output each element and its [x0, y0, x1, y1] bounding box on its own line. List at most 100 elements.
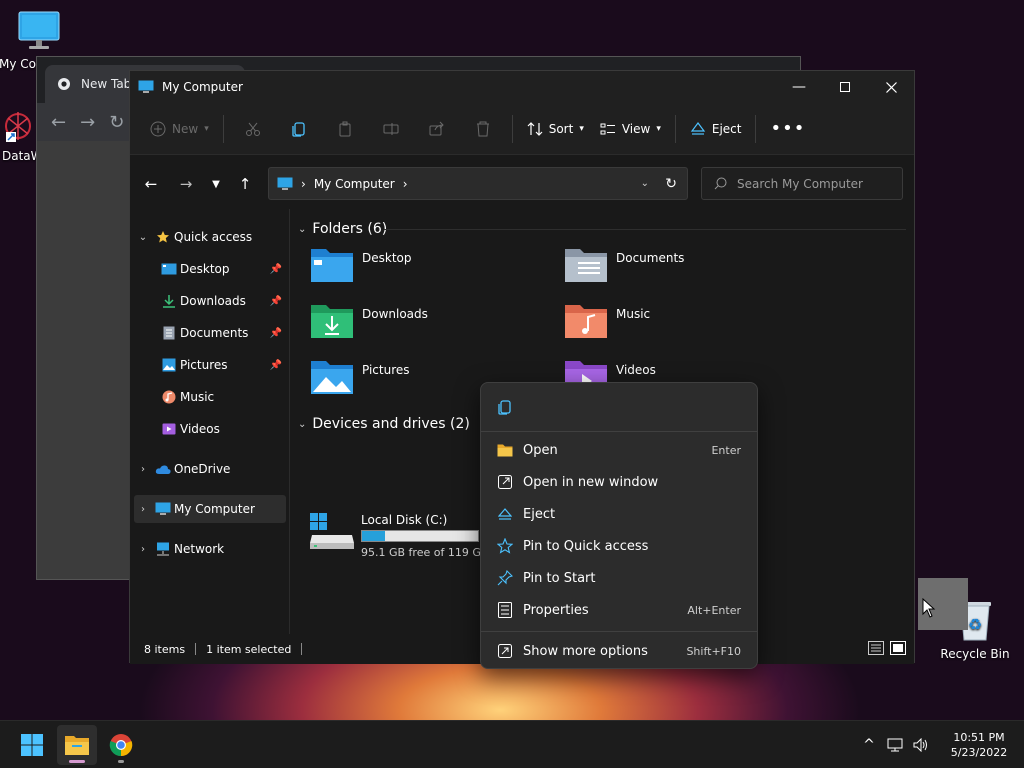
folder-documents[interactable]: Documents [564, 245, 804, 295]
details-view-icon[interactable] [868, 641, 884, 655]
reload-icon[interactable]: ↻ [109, 112, 124, 133]
nav-downloads[interactable]: Downloads 📌 [158, 287, 286, 315]
title-bar: My Computer — [130, 71, 914, 103]
drive-local-disk-c[interactable]: Local Disk (C:) 95.1 GB free of 119 GB [310, 511, 490, 561]
folders-group-header[interactable]: ⌄ Folders (6) [298, 217, 387, 241]
folder-name: Videos [616, 363, 656, 377]
copy-icon [292, 121, 305, 137]
search-input[interactable] [737, 176, 887, 191]
expand-chevron-icon[interactable]: ⌄ [134, 232, 152, 243]
more-options-button[interactable]: ••• [762, 112, 813, 146]
nav-my-computer[interactable]: › My Computer [134, 495, 286, 523]
clock[interactable]: 10:51 PM 5/23/2022 [934, 730, 1024, 760]
nav-label: Downloads [180, 294, 246, 308]
new-button[interactable]: New ▾ [142, 112, 217, 146]
chevron-right-icon: › [301, 176, 306, 191]
nav-desktop[interactable]: Desktop 📌 [158, 255, 286, 283]
toolbar-divider [511, 114, 513, 143]
maximize-button[interactable] [822, 71, 868, 103]
folder-desktop[interactable]: Desktop [310, 245, 550, 295]
chrome-tab-title: New Tab [81, 77, 132, 91]
selection-count: 1 item selected [206, 642, 292, 656]
nav-pictures[interactable]: Pictures 📌 [158, 351, 286, 379]
menu-item-label: Show more options [523, 643, 648, 659]
menu-divider [481, 431, 757, 432]
nav-label: OneDrive [174, 462, 231, 476]
chevron-down-icon: ▾ [579, 123, 584, 134]
close-button[interactable] [868, 71, 914, 103]
open-new-window-icon [498, 475, 512, 489]
pictures-folder-icon [311, 361, 353, 394]
download-icon [163, 295, 175, 308]
minimize-button[interactable]: — [776, 71, 822, 103]
back-button[interactable]: ← [140, 173, 162, 195]
monitor-icon [155, 502, 171, 515]
nav-documents[interactable]: Documents 📌 [158, 319, 286, 347]
drives-group-header[interactable]: ⌄ Devices and drives (2) [298, 412, 470, 436]
windows-drive-icon [310, 513, 354, 549]
forward-button[interactable]: → [175, 173, 197, 195]
menu-item-label: Open in new window [523, 474, 659, 490]
chevron-right-icon[interactable]: › [134, 464, 152, 475]
copy-quick-action[interactable] [493, 395, 517, 419]
network-icon[interactable] [882, 738, 908, 752]
recent-locations-button[interactable]: ▼ [205, 173, 227, 195]
delete-button[interactable] [460, 112, 506, 146]
back-icon[interactable]: ← [51, 112, 66, 133]
pin-icon: 📌 [269, 359, 282, 371]
address-bar[interactable]: › My Computer › ⌄ ↻ [268, 167, 688, 200]
share-button[interactable] [414, 112, 460, 146]
navigation-pane: ⌄ Quick access Desktop 📌 Downloads 📌 Doc… [130, 209, 288, 634]
start-button[interactable] [12, 725, 52, 765]
menu-divider [481, 631, 757, 632]
menu-item-show-more-options[interactable]: Show more options Shift+F10 [487, 636, 751, 666]
refresh-icon[interactable]: ↻ [665, 176, 677, 192]
menu-item-properties[interactable]: Properties Alt+Enter [487, 595, 751, 625]
taskbar-chrome[interactable] [101, 725, 141, 765]
nav-network[interactable]: › Network [134, 535, 286, 563]
plus-circle-icon [150, 121, 166, 136]
search-box[interactable] [701, 167, 903, 200]
menu-item-pin-quick-access[interactable]: Pin to Quick access [487, 531, 751, 561]
nav-quick-access[interactable]: ⌄ Quick access [134, 223, 286, 251]
eject-icon [690, 121, 706, 135]
forward-icon: → [179, 175, 193, 193]
paste-button[interactable] [322, 112, 368, 146]
cloud-icon [155, 464, 171, 474]
folder-name: Desktop [362, 251, 412, 265]
sort-label: Sort [548, 121, 574, 136]
system-tray: ^ 10:51 PM 5/23/2022 [856, 721, 1024, 768]
mouse-cursor-icon [922, 598, 936, 618]
copy-button[interactable] [276, 112, 322, 146]
nav-music[interactable]: Music [158, 383, 286, 411]
file-explorer-icon [65, 736, 89, 755]
show-hidden-icons-icon[interactable]: ^ [856, 737, 882, 753]
address-dropdown-icon[interactable]: ⌄ [641, 178, 649, 189]
up-button[interactable]: ↑ [234, 173, 256, 195]
menu-item-pin-start[interactable]: Pin to Start [487, 563, 751, 593]
pin-icon [497, 570, 513, 586]
nav-onedrive[interactable]: › OneDrive [134, 455, 286, 483]
eject-button[interactable]: Eject [682, 112, 750, 146]
forward-icon[interactable]: → [80, 112, 95, 133]
sort-button[interactable]: Sort ▾ [519, 112, 592, 146]
view-button[interactable]: View ▾ [592, 112, 669, 146]
chevron-right-icon[interactable]: › [134, 504, 152, 515]
taskbar-file-explorer[interactable] [57, 725, 97, 765]
active-indicator [69, 760, 85, 763]
menu-item-open[interactable]: Open Enter [487, 435, 751, 465]
menu-item-eject[interactable]: Eject [487, 499, 751, 529]
tiles-view-icon[interactable] [890, 641, 906, 655]
rename-button[interactable] [368, 112, 414, 146]
close-icon [885, 81, 897, 93]
search-icon [714, 177, 727, 190]
nav-videos[interactable]: Videos [158, 415, 286, 443]
chevron-right-icon[interactable]: › [134, 544, 152, 555]
more-icon: ••• [770, 118, 806, 139]
cut-button[interactable] [230, 112, 276, 146]
menu-item-open-new-window[interactable]: Open in new window [487, 467, 751, 497]
folder-downloads[interactable]: Downloads [310, 301, 550, 351]
breadcrumb-item[interactable]: My Computer [314, 177, 395, 191]
volume-icon[interactable] [908, 738, 934, 752]
folder-music[interactable]: Music [564, 301, 804, 351]
